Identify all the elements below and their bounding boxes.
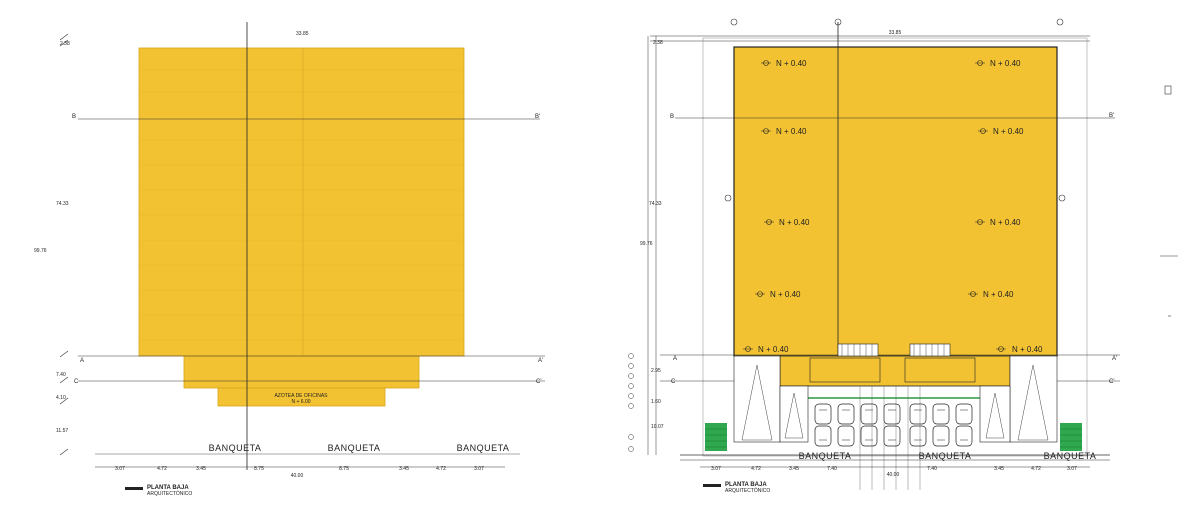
left-roof-main bbox=[138, 47, 465, 357]
right-axis-a-right: A' bbox=[1112, 356, 1117, 362]
right-ramp-right bbox=[1009, 355, 1058, 443]
right-bottom-dim-6: 3.45 bbox=[994, 466, 1004, 472]
left-dim-top-width: 33.85 bbox=[296, 31, 309, 37]
left-dim-total: 99.76 bbox=[34, 248, 47, 254]
svg-text:N + 0.40: N + 0.40 bbox=[776, 59, 807, 68]
svg-text:N + 0.40: N + 0.40 bbox=[776, 127, 807, 136]
left-bottom-total: 40.00 bbox=[291, 473, 304, 479]
right-sidewalk-2: BANQUETA bbox=[919, 451, 972, 461]
left-sidewalk-2: BANQUETA bbox=[328, 443, 381, 453]
svg-text:N + 0.40: N + 0.40 bbox=[983, 290, 1014, 299]
right-axis-c-left: C bbox=[671, 379, 676, 385]
right-bottom-dim-7: 4.72 bbox=[1031, 466, 1041, 472]
left-sidewalk-1: BANQUETA bbox=[209, 443, 262, 453]
right-axis-marker-left bbox=[724, 194, 732, 202]
left-roof-step bbox=[183, 355, 420, 389]
right-bottom-dim-1: 3.07 bbox=[711, 466, 721, 472]
left-axis-b-left: B bbox=[72, 114, 76, 120]
right-bottom-dim-5: 7.40 bbox=[927, 466, 937, 472]
right-bottom-dim-8: 3.07 bbox=[1067, 466, 1077, 472]
left-axis-a-left: A bbox=[80, 358, 84, 364]
left-bottom-dim-6: 3.45 bbox=[399, 466, 409, 472]
svg-text:N + 0.40: N + 0.40 bbox=[990, 218, 1021, 227]
right-dim-bottom: 10.07 bbox=[651, 424, 664, 430]
svg-text:N + 0.40: N + 0.40 bbox=[779, 218, 810, 227]
right-sidewalk-1: BANQUETA bbox=[799, 451, 852, 461]
right-roof-main bbox=[733, 46, 1058, 357]
left-office-level: N + 6.00 bbox=[291, 399, 310, 405]
left-subtitle: ARQUITECTÓNICO bbox=[147, 490, 192, 497]
left-bottom-dim-5: 8.75 bbox=[339, 466, 349, 472]
right-axis-c-right: C' bbox=[1109, 379, 1114, 385]
right-plan: 33.85 2.38 74.33 99.76 2.95 1.60 10.07 B… bbox=[628, 18, 1120, 494]
margin-mark-icon bbox=[1164, 85, 1172, 95]
right-sidewalk-3: BANQUETA bbox=[1044, 451, 1097, 461]
right-axis-b-left: B bbox=[670, 114, 674, 120]
right-dim-top-width: 33.85 bbox=[889, 30, 902, 36]
left-bottom-dim-1: 3.07 bbox=[115, 466, 125, 472]
left-axis-c-right: C' bbox=[536, 379, 541, 385]
right-subtitle: ARQUITECTÓNICO bbox=[725, 487, 770, 494]
svg-text:N + 0.40: N + 0.40 bbox=[770, 290, 801, 299]
left-bottom-dim-8: 3.07 bbox=[474, 466, 484, 472]
left-axis-b-right: B' bbox=[535, 114, 540, 120]
left-bottom-dim-4: 8.75 bbox=[254, 466, 264, 472]
svg-text:N + 0.40: N + 0.40 bbox=[990, 59, 1021, 68]
left-sidewalk-3: BANQUETA bbox=[457, 443, 510, 453]
right-dim-main: 74.33 bbox=[649, 201, 662, 207]
left-bottom-dim-2: 4.72 bbox=[157, 466, 167, 472]
left-dim-c: 11.57 bbox=[56, 428, 68, 434]
right-parking-cars bbox=[814, 403, 973, 447]
right-axis-b-right: B' bbox=[1109, 113, 1114, 119]
left-plan: 2.38 74.33 99.76 7.40 4.10 11.57 33.85 A… bbox=[34, 22, 545, 497]
right-bottom-dim-4: 7.40 bbox=[827, 466, 837, 472]
left-axis-c-left: C bbox=[74, 379, 79, 385]
right-bottom-dim-3: 3.45 bbox=[789, 466, 799, 472]
left-bottom-dim-3: 3.45 bbox=[196, 466, 206, 472]
svg-text:N + 0.40: N + 0.40 bbox=[1012, 345, 1043, 354]
left-dim-b: 4.10 bbox=[56, 395, 66, 401]
left-title-bar bbox=[125, 487, 143, 490]
right-bottom-dim-2: 4.72 bbox=[751, 466, 761, 472]
svg-text:N + 0.40: N + 0.40 bbox=[993, 127, 1024, 136]
right-axis-a-left: A bbox=[673, 356, 677, 362]
left-dim-main: 74.33 bbox=[56, 201, 69, 207]
right-title-bar bbox=[703, 484, 721, 487]
plan-drawing: 2.38 74.33 99.76 7.40 4.10 11.57 33.85 A… bbox=[34, 18, 1178, 497]
right-dim-top-offset: 2.38 bbox=[653, 40, 663, 46]
left-dim-a: 7.40 bbox=[56, 372, 66, 378]
left-bottom-dim-7: 4.72 bbox=[436, 466, 446, 472]
left-dim-top-offset: 2.38 bbox=[60, 41, 70, 47]
right-office-block bbox=[779, 355, 1011, 387]
right-dim-small: 2.95 bbox=[651, 368, 661, 374]
right-dim-total: 99.76 bbox=[640, 241, 653, 247]
right-axis-marker-right bbox=[1058, 194, 1066, 202]
left-axis-a-right: A' bbox=[538, 358, 543, 364]
right-bottom-total: 40.00 bbox=[887, 472, 900, 478]
svg-text:N + 0.40: N + 0.40 bbox=[758, 345, 789, 354]
right-dim-small2: 1.60 bbox=[651, 399, 661, 405]
right-ramp-left bbox=[733, 355, 781, 443]
